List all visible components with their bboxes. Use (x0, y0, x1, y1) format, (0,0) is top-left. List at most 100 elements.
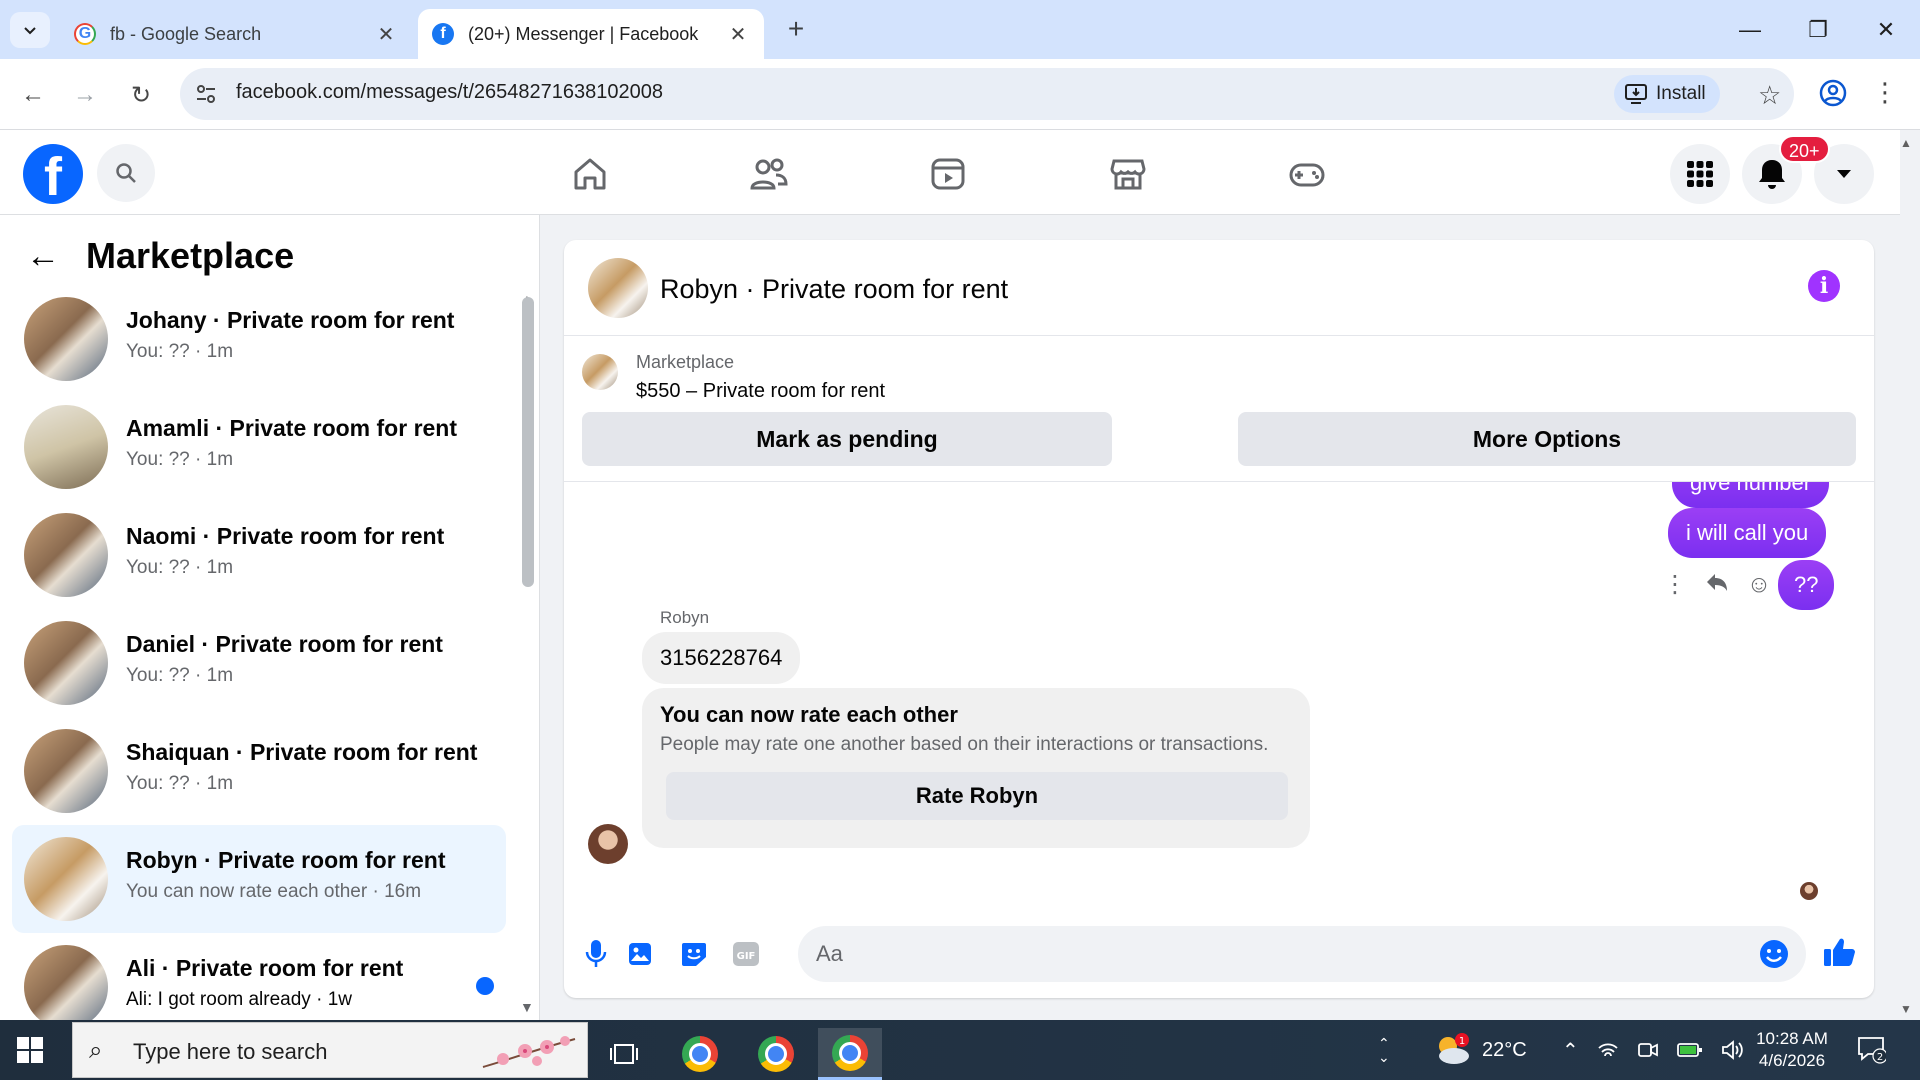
address-bar[interactable]: facebook.com/messages/t/2654827163810200… (180, 68, 1794, 120)
info-icon[interactable]: i (1808, 270, 1840, 302)
more-options-button[interactable]: More Options (1238, 412, 1856, 466)
taskbar-search-box[interactable]: ⌕ Type here to search (72, 1022, 588, 1078)
show-hidden-icons-chevron-icon[interactable]: ⌃ (1562, 1038, 1579, 1063)
meet-now-icon[interactable] (1637, 1040, 1659, 1060)
scroll-down-arrow-icon[interactable]: ▼ (520, 999, 534, 1015)
system-clock[interactable]: 10:28 AM 4/6/2026 (1740, 1028, 1844, 1072)
thumbs-up-icon (1824, 938, 1855, 966)
restore-button[interactable]: ❐ (1784, 0, 1852, 59)
browser-toolbar: ← → ↻ facebook.com/messages/t/2654827163… (0, 59, 1920, 130)
gif-button[interactable]: GIF (730, 938, 762, 970)
conversation-item[interactable]: Johany · Private room for rent You: ?? ·… (12, 285, 506, 393)
conversation-name: Amamli · Private room for rent (126, 415, 458, 441)
minimize-button[interactable]: — (1716, 0, 1784, 59)
page-scroll-up-arrow-icon[interactable]: ▲ (1900, 136, 1912, 150)
outgoing-message[interactable]: ?? (1778, 560, 1835, 610)
conversation-item[interactable]: Shaiquan · Private room for rent You: ??… (12, 717, 506, 825)
nav-home[interactable] (568, 152, 612, 196)
new-tab-button[interactable]: + (780, 14, 812, 46)
chat-title[interactable]: Robyn · Private room for rent (660, 274, 1008, 305)
attach-photo-button[interactable] (624, 938, 656, 970)
incoming-message[interactable]: 3156228764 (642, 632, 801, 684)
windows-start-icon[interactable] (16, 1036, 44, 1064)
svg-text:1: 1 (1459, 1036, 1465, 1047)
reload-button[interactable]: ↻ (122, 76, 160, 114)
close-tab-icon[interactable]: ✕ (374, 22, 398, 47)
chrome-icon (682, 1036, 718, 1072)
notification-center-icon[interactable]: 2 (1856, 1034, 1886, 1064)
chrome-icon (758, 1036, 794, 1072)
message-input[interactable] (816, 926, 1716, 982)
taskbar-search-placeholder: Type here to search (133, 1039, 328, 1064)
battery-icon[interactable] (1676, 1041, 1703, 1059)
outgoing-message[interactable]: i will call you (1668, 508, 1827, 558)
nav-video[interactable] (926, 152, 970, 196)
facebook-search-button[interactable] (97, 144, 155, 202)
sender-avatar[interactable] (588, 824, 628, 864)
install-label: Install (1656, 83, 1706, 104)
menu-grid-button[interactable] (1670, 144, 1730, 204)
nav-gaming[interactable] (1285, 152, 1329, 196)
outgoing-message[interactable]: give number (1672, 482, 1830, 508)
gif-icon: GIF (733, 942, 759, 966)
svg-text:GIF: GIF (737, 951, 756, 962)
voice-clip-button[interactable] (580, 938, 612, 970)
conversation-item[interactable]: Amamli · Private room for rent You: ?? ·… (12, 393, 506, 501)
sticker-button[interactable] (678, 938, 710, 970)
chrome-taskbar-button-3[interactable] (818, 1028, 882, 1080)
conversation-item-selected[interactable]: Robyn · Private room for rent You can no… (12, 825, 506, 933)
tray-overflow-arrows[interactable]: ⌃ ⌄ (1378, 1020, 1390, 1080)
rate-card-description: People may rate one another based on the… (660, 734, 1269, 755)
weather-widget[interactable]: 1 22°C (1432, 1020, 1527, 1080)
close-window-button[interactable]: ✕ (1852, 0, 1920, 59)
conversation-preview: You: ?? · 1m (126, 773, 234, 794)
message-composer: GIF (564, 908, 1874, 998)
tab-search-button[interactable] (10, 12, 50, 48)
photo-icon (629, 943, 651, 965)
back-button[interactable]: ← (14, 76, 52, 114)
conversation-list-scrollbar[interactable] (522, 297, 534, 587)
message-thread: give number i will call you ⋮ ☺ ?? Robyn… (564, 482, 1874, 908)
rate-card-title: You can now rate each other (660, 702, 958, 727)
conversation-preview: Ali: I got room already · 1w (126, 989, 352, 1010)
chrome-taskbar-button-1[interactable] (668, 1028, 732, 1080)
svg-text:2: 2 (1877, 1052, 1883, 1063)
tab-title: fb - Google Search (110, 23, 262, 44)
page-scroll-down-arrow-icon[interactable]: ▼ (1900, 1002, 1912, 1016)
back-arrow-icon[interactable]: ← (26, 237, 60, 276)
notification-badge: 20+ (1779, 135, 1830, 163)
profile-icon[interactable] (1815, 75, 1851, 111)
conversation-list: Johany · Private room for rent You: ?? ·… (12, 285, 506, 1041)
tab-messenger[interactable]: f (20+) Messenger | Facebook ✕ (418, 9, 764, 59)
listing-title[interactable]: $550 – Private room for rent (636, 380, 885, 403)
conversation-item[interactable]: Naomi · Private room for rent You: ?? · … (12, 501, 506, 609)
react-emoji-icon[interactable]: ☺ (1738, 571, 1780, 599)
task-view-button[interactable] (592, 1028, 656, 1080)
close-tab-icon[interactable]: ✕ (726, 22, 750, 47)
conversation-preview: You: ?? · 1m (126, 341, 234, 362)
grid-menu-icon (1687, 161, 1713, 187)
send-like-button[interactable] (1822, 934, 1858, 970)
listing-thumbnail[interactable] (582, 354, 618, 390)
bookmark-star-icon[interactable]: ☆ (1758, 80, 1781, 111)
site-settings-icon[interactable] (194, 82, 218, 106)
browser-menu-icon[interactable]: ⋮ (1870, 75, 1900, 111)
nav-friends[interactable] (747, 152, 791, 196)
reply-icon[interactable] (1696, 571, 1738, 599)
conversation-item[interactable]: Daniel · Private room for rent You: ?? ·… (12, 609, 506, 717)
network-icon[interactable] (1597, 1040, 1619, 1060)
emoji-icon[interactable] (1758, 938, 1790, 970)
mark-as-pending-button[interactable]: Mark as pending (582, 412, 1112, 466)
chrome-taskbar-button-2[interactable] (744, 1028, 808, 1080)
seen-indicator-avatar (1800, 882, 1818, 900)
facebook-logo[interactable]: f (23, 144, 83, 204)
more-options-icon[interactable]: ⋮ (1654, 570, 1696, 599)
rate-robyn-button[interactable]: Rate Robyn (666, 772, 1288, 820)
chat-avatar[interactable] (588, 258, 648, 318)
forward-button[interactable]: → (66, 76, 104, 114)
install-app-button[interactable]: Install (1614, 75, 1720, 113)
listing-banner: Marketplace $550 – Private room for rent… (564, 336, 1874, 482)
conversation-preview: You: ?? · 1m (126, 449, 234, 470)
nav-marketplace[interactable] (1106, 152, 1150, 196)
tab-google-search[interactable]: G fb - Google Search ✕ (60, 9, 412, 59)
